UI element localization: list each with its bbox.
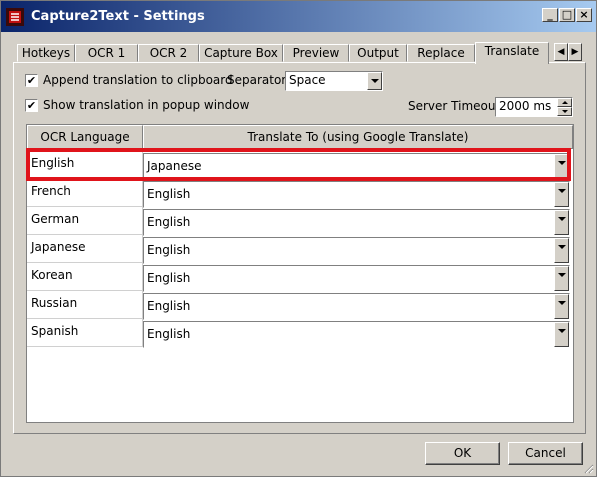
checkmark-icon: ✔ bbox=[26, 99, 37, 112]
chevron-down-icon[interactable] bbox=[554, 238, 569, 263]
cancel-button[interactable]: Cancel bbox=[508, 442, 583, 465]
popup-label: Show translation in popup window bbox=[43, 98, 250, 112]
chevron-down-icon[interactable] bbox=[554, 182, 569, 207]
translate-to-value: English bbox=[147, 327, 191, 341]
ocr-language-cell[interactable]: German bbox=[27, 207, 143, 235]
ocr-language-cell[interactable]: Japanese bbox=[27, 235, 143, 263]
resize-grip-icon[interactable] bbox=[582, 462, 594, 474]
spin-down-icon[interactable] bbox=[557, 107, 572, 116]
translate-to-dropdown[interactable]: English bbox=[143, 321, 570, 348]
tab-output[interactable]: Output bbox=[349, 44, 407, 62]
translate-to-dropdown[interactable]: English bbox=[143, 237, 570, 264]
translate-to-dropdown[interactable]: English bbox=[143, 181, 570, 208]
checkmark-icon: ✔ bbox=[26, 74, 37, 87]
separator-dropdown[interactable]: Space bbox=[285, 71, 383, 91]
translate-to-dropdown[interactable]: English bbox=[143, 209, 570, 236]
settings-window: Capture2Text - Settings _ □ × Hotkeys OC… bbox=[0, 0, 597, 477]
ocr-language-cell[interactable]: Korean bbox=[27, 263, 143, 291]
spin-up-icon[interactable] bbox=[557, 98, 572, 107]
tab-translate[interactable]: Translate bbox=[475, 42, 549, 64]
tab-capture-box[interactable]: Capture Box bbox=[199, 44, 283, 62]
chevron-down-icon[interactable] bbox=[554, 322, 569, 347]
ocr-language-cell[interactable]: Russian bbox=[27, 291, 143, 319]
maximize-button[interactable]: □ bbox=[559, 8, 575, 22]
ok-button[interactable]: OK bbox=[425, 442, 500, 465]
translate-to-dropdown[interactable]: English bbox=[143, 293, 570, 320]
translate-to-value: English bbox=[147, 187, 191, 201]
window-title: Capture2Text - Settings bbox=[31, 9, 205, 24]
column-header-ocr-language[interactable]: OCR Language bbox=[27, 125, 143, 149]
chevron-down-icon[interactable] bbox=[554, 294, 569, 319]
chevron-down-icon[interactable] bbox=[554, 210, 569, 235]
tab-ocr1[interactable]: OCR 1 bbox=[75, 44, 138, 62]
separator-value: Space bbox=[289, 73, 326, 87]
arrow-right-icon: ▶ bbox=[571, 47, 579, 57]
tab-replace[interactable]: Replace bbox=[407, 44, 475, 62]
column-header-translate-to[interactable]: Translate To (using Google Translate) bbox=[143, 125, 573, 149]
title-bar[interactable]: Capture2Text - Settings _ □ × bbox=[1, 1, 596, 32]
close-icon: × bbox=[579, 8, 589, 21]
chevron-down-icon[interactable] bbox=[367, 72, 382, 90]
close-button[interactable]: × bbox=[576, 8, 592, 22]
separator-label: Separator: bbox=[227, 73, 291, 87]
tab-hotkeys[interactable]: Hotkeys bbox=[17, 44, 75, 62]
ocr-language-cell[interactable]: French bbox=[27, 179, 143, 207]
translate-to-value: English bbox=[147, 243, 191, 257]
tab-scroll-right-button[interactable]: ▶ bbox=[568, 43, 582, 61]
tab-ocr2[interactable]: OCR 2 bbox=[138, 44, 199, 62]
timeout-value: 2000 ms bbox=[499, 99, 552, 113]
append-label: Append translation to clipboard bbox=[43, 73, 233, 87]
chevron-down-icon[interactable] bbox=[554, 266, 569, 291]
append-checkbox[interactable]: ✔ bbox=[25, 74, 38, 87]
timeout-label: Server Timeout: bbox=[408, 99, 505, 113]
translate-to-value: English bbox=[147, 271, 191, 285]
minimize-button[interactable]: _ bbox=[542, 8, 558, 22]
ocr-language-cell[interactable]: Spanish bbox=[27, 319, 143, 347]
translate-to-value: English bbox=[147, 215, 191, 229]
translate-to-dropdown[interactable]: English bbox=[143, 265, 570, 292]
popup-checkbox[interactable]: ✔ bbox=[25, 99, 38, 112]
selection-highlight-box bbox=[26, 148, 571, 181]
arrow-left-icon: ◀ bbox=[557, 47, 565, 57]
timeout-spinbox[interactable]: 2000 ms bbox=[495, 97, 573, 117]
translate-to-value: English bbox=[147, 299, 191, 313]
app-icon bbox=[6, 8, 24, 26]
tab-scroll-left-button[interactable]: ◀ bbox=[554, 43, 568, 61]
minimize-icon: _ bbox=[547, 8, 553, 21]
tab-preview[interactable]: Preview bbox=[283, 44, 349, 62]
maximize-icon: □ bbox=[561, 8, 573, 21]
